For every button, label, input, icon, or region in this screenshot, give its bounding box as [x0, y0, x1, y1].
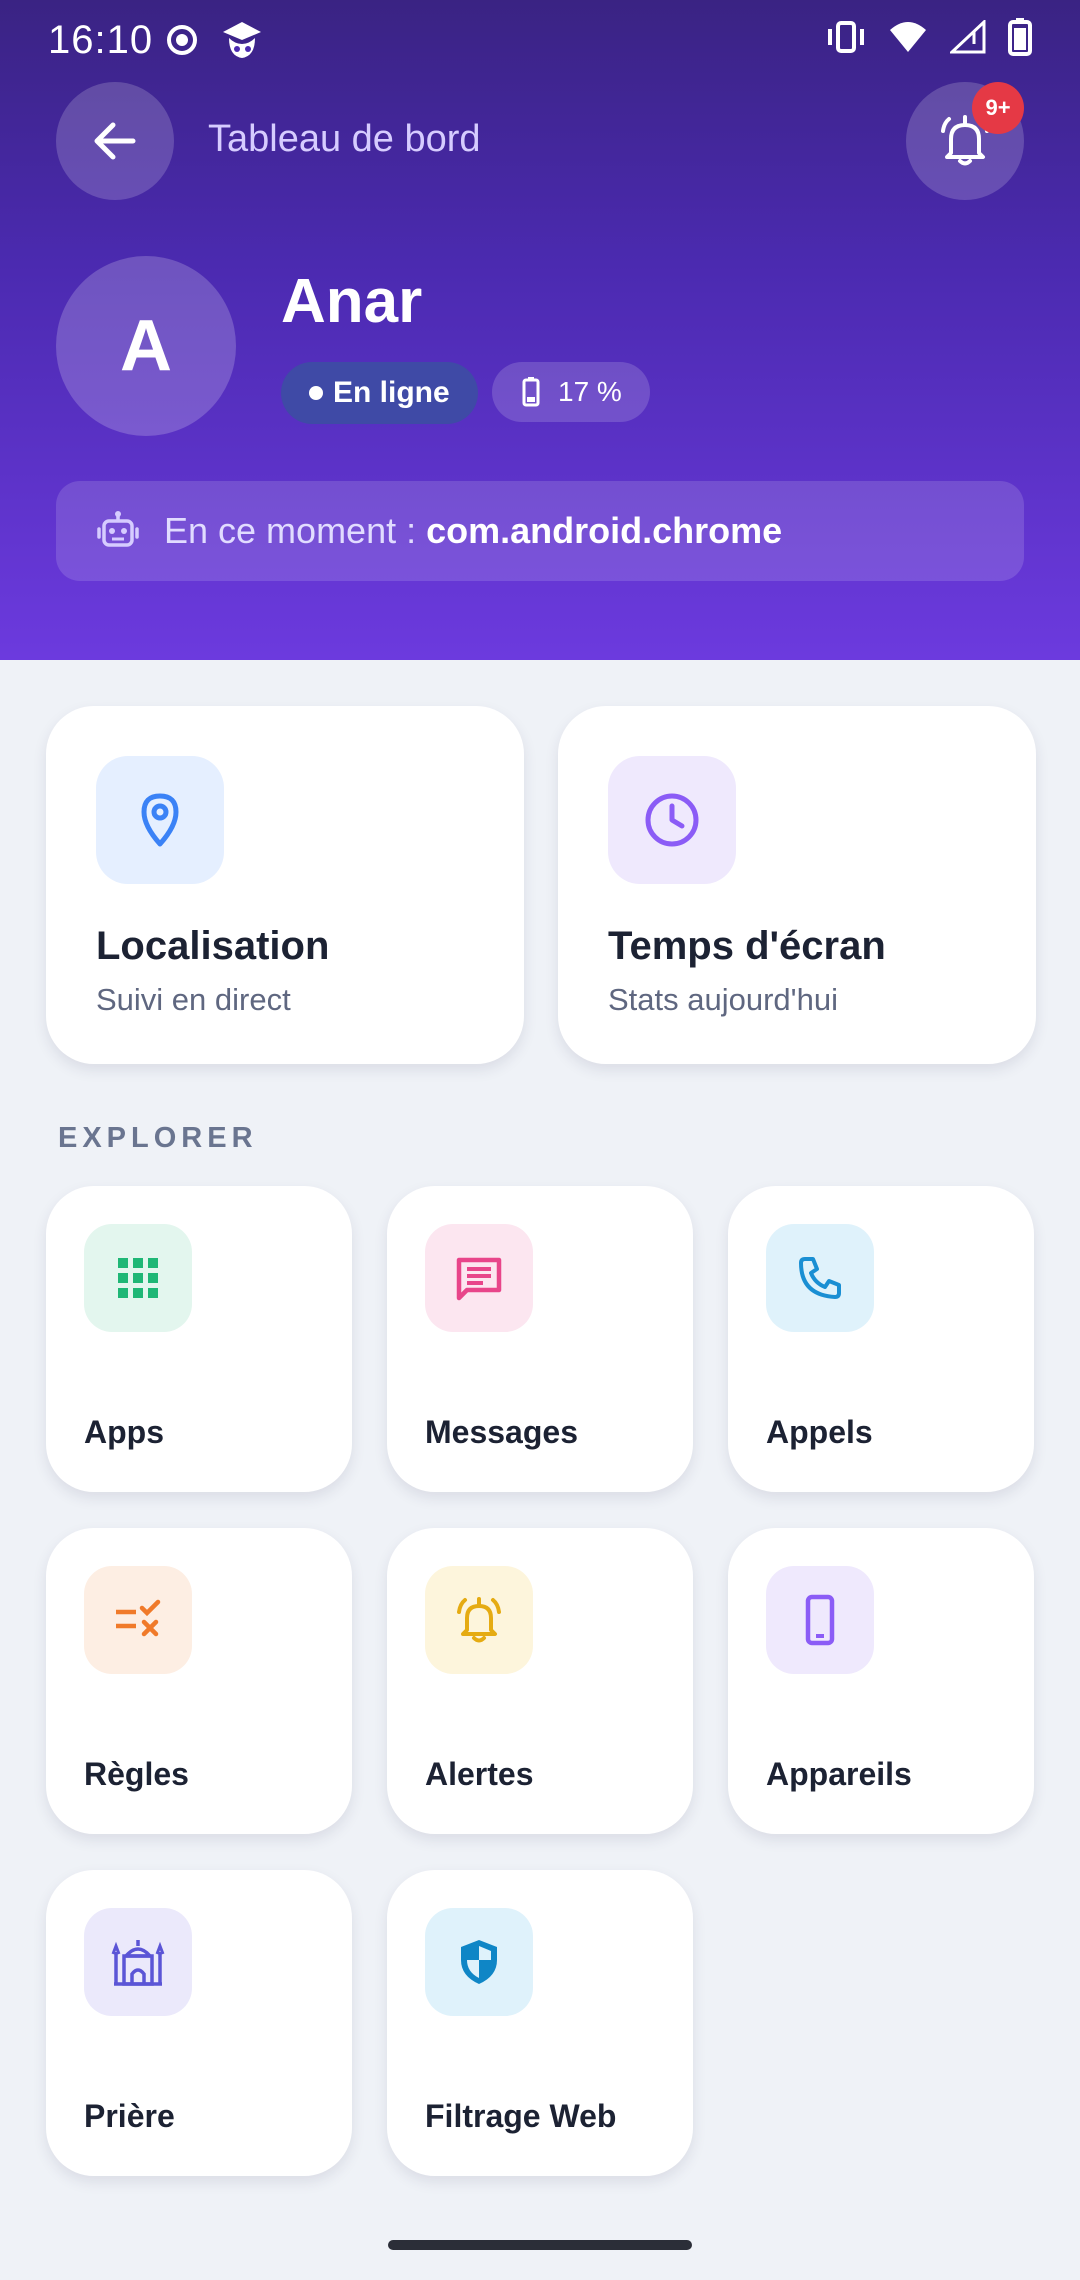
current-activity-text: En ce moment : com.android.chrome: [164, 510, 782, 552]
devices-icon-box: [766, 1566, 874, 1674]
shield-icon: [461, 1940, 497, 1984]
messages-icon-box: [425, 1224, 533, 1332]
devices-tile[interactable]: Appareils: [728, 1528, 1034, 1834]
profile-name: Anar: [281, 267, 423, 336]
dashboard-screen: 16:10 Tableau de bord 9+ A Anar En ligne…: [0, 0, 1080, 2280]
page-title: Tableau de bord: [208, 118, 481, 160]
home-indicator[interactable]: [388, 2240, 692, 2250]
rules-tile[interactable]: Règles: [46, 1528, 352, 1834]
mosque-icon: [111, 1940, 165, 1986]
prayer-tile[interactable]: Prière: [46, 1870, 352, 2176]
grid-icon: [118, 1258, 158, 1298]
back-button[interactable]: [56, 82, 174, 200]
arrow-left-icon: [94, 122, 136, 160]
calls-tile-label: Appels: [766, 1414, 873, 1450]
rules-icon: [116, 1599, 161, 1637]
wifi-icon: [890, 22, 926, 52]
status-time: 16:10: [48, 18, 154, 62]
phone-icon: [799, 1257, 841, 1299]
clock-icon: [645, 793, 699, 847]
prayer-icon-box: [84, 1908, 192, 2016]
web-filter-tile-label: Filtrage Web: [425, 2098, 617, 2134]
alerts-icon-box: [425, 1566, 533, 1674]
app-mascot-icon: [223, 22, 261, 58]
location-card[interactable]: Localisation Suivi en direct: [46, 706, 524, 1064]
devices-tile-label: Appareils: [766, 1756, 912, 1792]
current-app-name: com.android.chrome: [426, 510, 783, 551]
current-activity-bar: En ce moment : com.android.chrome: [56, 481, 1024, 581]
apps-tile-label: Apps: [84, 1414, 164, 1450]
messages-tile-label: Messages: [425, 1414, 578, 1450]
status-bar: 16:10: [0, 0, 1080, 80]
online-dot-icon: [309, 386, 323, 400]
battery-level-label: 17 %: [558, 376, 622, 407]
web-filter-tile[interactable]: Filtrage Web: [387, 1870, 693, 2176]
record-icon: [167, 25, 197, 55]
prayer-tile-label: Prière: [84, 2098, 175, 2134]
calls-icon-box: [766, 1224, 874, 1332]
smartphone-icon: [805, 1594, 835, 1646]
vibrate-icon: [828, 21, 864, 53]
screen-time-card-title: Temps d'écran: [608, 924, 886, 968]
messages-tile[interactable]: Messages: [387, 1186, 693, 1492]
battery-icon: [522, 377, 540, 407]
screen-time-icon-box: [608, 756, 736, 884]
location-icon-box: [96, 756, 224, 884]
status-right-icons: [826, 18, 1032, 56]
status-left-icons: [165, 18, 267, 62]
signal-icon: [950, 20, 986, 54]
android-robot-icon: [97, 511, 139, 547]
screen-time-card-subtitle: Stats aujourd'hui: [608, 982, 838, 1017]
alarm-bell-icon: [457, 1597, 501, 1643]
alerts-tile[interactable]: Alertes: [387, 1528, 693, 1834]
notification-badge: 9+: [972, 82, 1024, 134]
avatar: A: [56, 256, 236, 436]
online-status-badge: En ligne: [281, 362, 478, 424]
location-pin-icon: [141, 793, 179, 847]
apps-icon-box: [84, 1224, 192, 1332]
screen-time-card[interactable]: Temps d'écran Stats aujourd'hui: [558, 706, 1036, 1064]
explorer-section-label: EXPLORER: [58, 1122, 258, 1154]
alerts-tile-label: Alertes: [425, 1756, 534, 1792]
online-status-label: En ligne: [333, 376, 450, 409]
battery-badge: 17 %: [492, 362, 650, 422]
apps-tile[interactable]: Apps: [46, 1186, 352, 1492]
current-activity-prefix: En ce moment :: [164, 510, 417, 551]
rules-icon-box: [84, 1566, 192, 1674]
rules-tile-label: Règles: [84, 1756, 189, 1792]
location-card-subtitle: Suivi en direct: [96, 982, 291, 1017]
battery-icon: [1008, 18, 1032, 56]
message-icon: [456, 1257, 502, 1301]
header-panel: 16:10 Tableau de bord 9+ A Anar En ligne…: [0, 0, 1080, 660]
location-card-title: Localisation: [96, 924, 330, 968]
calls-tile[interactable]: Appels: [728, 1186, 1034, 1492]
web-filter-icon-box: [425, 1908, 533, 2016]
